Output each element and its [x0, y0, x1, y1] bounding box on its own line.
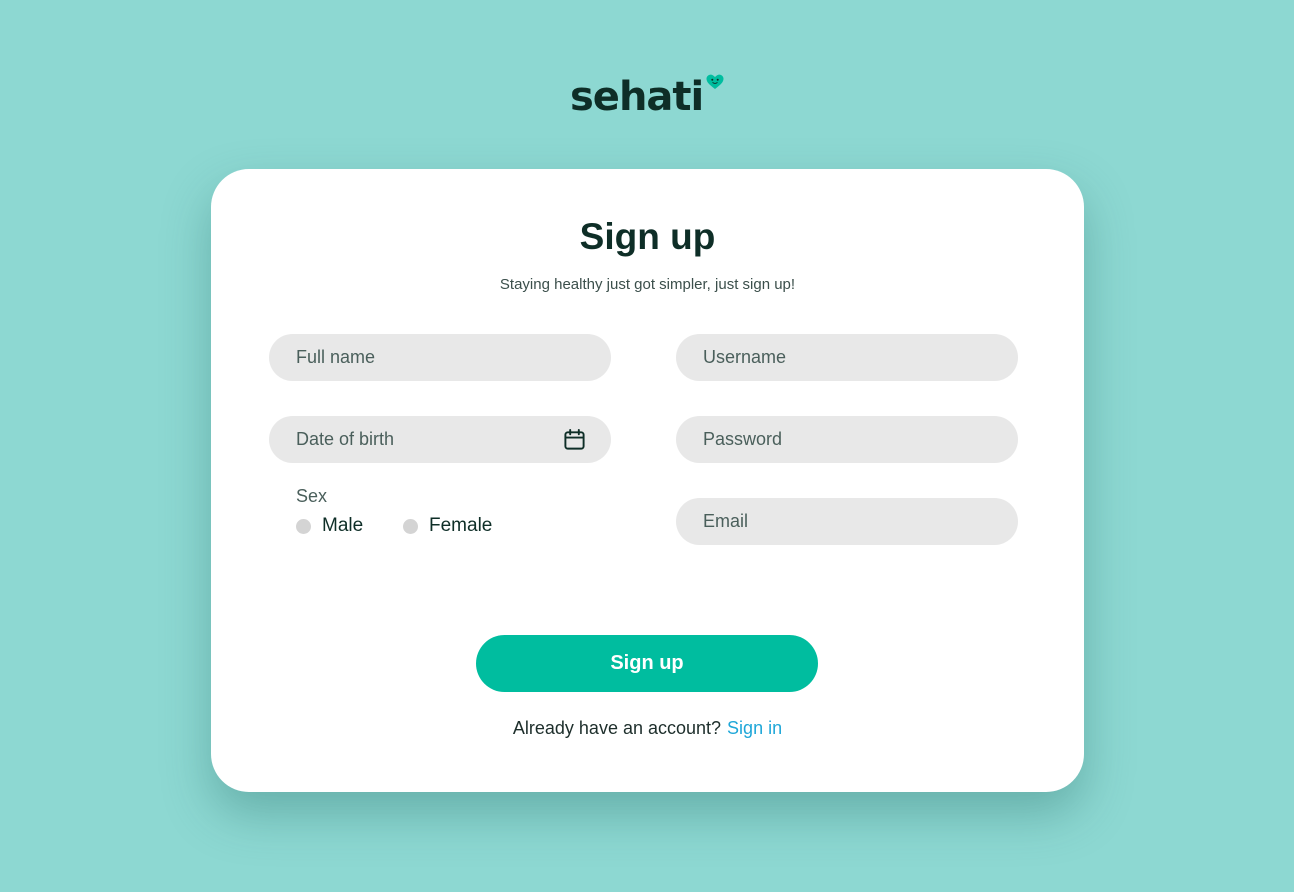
username-input[interactable] [676, 334, 1018, 381]
calendar-icon[interactable] [563, 428, 586, 451]
date-of-birth-input[interactable] [269, 416, 611, 463]
signup-button[interactable]: Sign up [476, 635, 818, 692]
heart-icon [706, 74, 724, 89]
email-field-container [676, 498, 1018, 545]
full-name-field-container [269, 334, 611, 381]
radio-female[interactable]: Female [403, 515, 492, 537]
brand-name: sehati [570, 74, 704, 120]
full-name-input[interactable] [269, 334, 611, 381]
dob-field-container [269, 416, 611, 463]
radio-button-male[interactable] [296, 518, 311, 534]
account-prompt-text: Already have an account? [512, 718, 722, 738]
password-input[interactable] [676, 416, 1018, 463]
radio-button-female[interactable] [403, 518, 418, 534]
radio-label-female: Female [429, 515, 493, 536]
signup-card: Sign up Staying healthy just got simpler… [211, 169, 1084, 792]
email-input[interactable] [676, 498, 1018, 545]
brand-logo: sehati [570, 72, 730, 122]
signin-prompt: Already have an account? Sign in [211, 717, 1084, 739]
username-field-container [676, 334, 1018, 381]
signin-link[interactable]: Sign in [727, 718, 782, 738]
radio-male[interactable]: Male [296, 515, 363, 537]
radio-label-male: Male [322, 515, 364, 536]
sex-label: Sex [296, 486, 328, 506]
page-subtitle: Staying healthy just got simpler, just s… [499, 276, 796, 293]
page-title: Sign up [579, 216, 716, 257]
password-field-container [676, 416, 1018, 463]
